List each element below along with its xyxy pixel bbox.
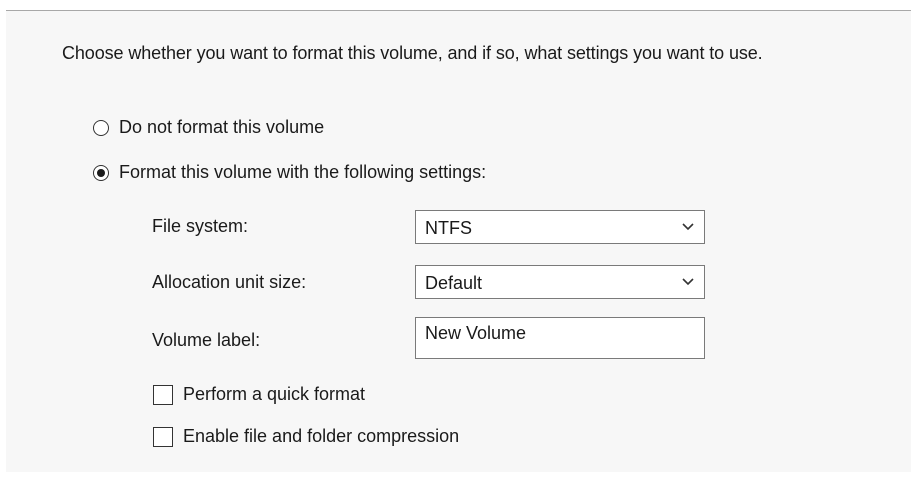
radio-do-not-format-label: Do not format this volume — [119, 117, 325, 137]
allocation-unit-size-dropdown[interactable]: Default — [415, 265, 705, 299]
chevron-down-icon[interactable] — [682, 222, 694, 232]
radio-button-unselected[interactable] — [93, 119, 109, 136]
allocation-unit-size-value: Default — [425, 273, 483, 293]
radio-button-selected[interactable] — [93, 164, 109, 181]
allocation-unit-size-label: Allocation unit size: — [152, 272, 307, 292]
quick-format-label: Perform a quick format — [183, 384, 366, 404]
quick-format-checkbox-row[interactable]: Perform a quick format — [153, 384, 365, 405]
intro-text: Choose whether you want to format this v… — [62, 43, 763, 63]
file-system-value: NTFS — [425, 218, 472, 238]
volume-label-input[interactable]: New Volume — [415, 317, 705, 359]
radio-do-not-format[interactable]: Do not format this volume — [93, 117, 324, 138]
compression-checkbox-row[interactable]: Enable file and folder compression — [153, 426, 459, 447]
volume-label-value: New Volume — [425, 323, 527, 343]
compression-label: Enable file and folder compression — [183, 426, 460, 446]
file-system-dropdown[interactable]: NTFS — [415, 210, 705, 244]
compression-checkbox[interactable] — [153, 426, 173, 447]
radio-format-with-settings[interactable]: Format this volume with the following se… — [93, 162, 486, 183]
chevron-down-icon[interactable] — [682, 277, 694, 287]
volume-label-label: Volume label: — [152, 330, 261, 350]
quick-format-checkbox[interactable] — [153, 384, 173, 405]
radio-format-with-settings-label: Format this volume with the following se… — [119, 162, 487, 182]
file-system-label: File system: — [152, 216, 249, 236]
